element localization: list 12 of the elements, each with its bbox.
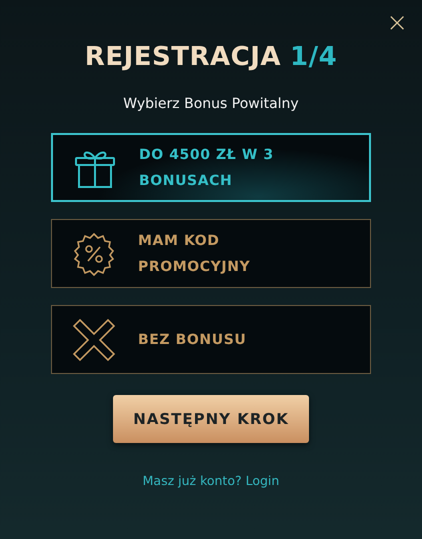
bonus-option[interactable]: DO 4500 ZŁ W 3 BONUSACH (51, 133, 371, 202)
discount-badge-icon (72, 232, 116, 276)
cross-icon (72, 318, 116, 362)
close-button[interactable]: × (386, 10, 408, 36)
bonus-option[interactable]: BEZ BONUSU (51, 305, 371, 374)
bonus-option[interactable]: MAM KOD PROMOCYJNY (51, 219, 371, 288)
next-step-button[interactable]: NASTĘPNY KROK (113, 395, 309, 443)
subtitle: Wybierz Bonus Powitalny (123, 96, 299, 112)
login-link[interactable]: Login (246, 473, 280, 488)
account-prompt: Masz już konto? (142, 473, 242, 488)
step-counter: 1/4 (290, 42, 338, 72)
title: REJESTRACJA (84, 42, 281, 72)
